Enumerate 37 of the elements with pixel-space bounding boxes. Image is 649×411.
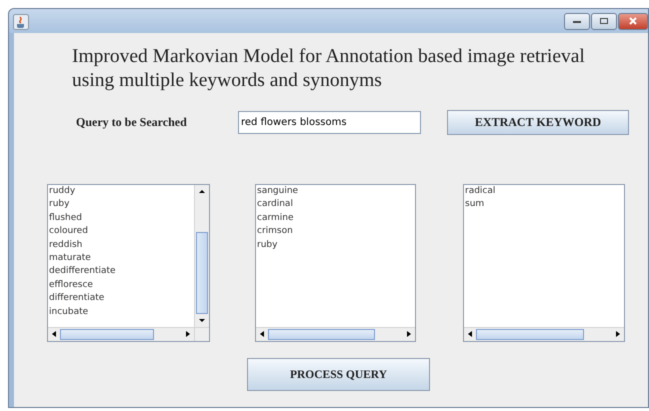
extract-keyword-button[interactable]: EXTRACT KEYWORD xyxy=(447,110,629,135)
horizontal-scrollbar[interactable] xyxy=(464,327,624,341)
list-item[interactable]: coloured xyxy=(48,225,194,239)
process-query-button[interactable]: PROCESS QUERY xyxy=(247,358,430,391)
list-item[interactable]: effloresce xyxy=(48,278,194,292)
list-item[interactable]: radical xyxy=(464,185,624,198)
list-item[interactable]: differentiate xyxy=(48,292,194,306)
list-item[interactable]: carmine xyxy=(256,212,415,226)
maximize-icon xyxy=(599,17,609,25)
list-item[interactable]: ruby xyxy=(48,198,194,212)
query-field[interactable]: red flowers blossoms xyxy=(238,111,421,134)
list-item[interactable]: crimson xyxy=(256,225,415,239)
close-button[interactable] xyxy=(618,12,648,30)
app-title: Improved Markovian Model for Annotation based image retrieval using multiple keywords and synonyms xyxy=(72,45,586,93)
list-item[interactable]: ruby xyxy=(256,238,415,252)
minimize-icon xyxy=(572,18,582,24)
scroll-thumb[interactable] xyxy=(60,329,154,340)
scroll-thumb[interactable] xyxy=(268,329,375,340)
close-icon xyxy=(628,17,638,25)
minimize-button[interactable] xyxy=(564,12,590,30)
scroll-thumb[interactable] xyxy=(196,232,208,314)
vertical-scrollbar[interactable] xyxy=(194,185,209,327)
list-item[interactable]: sum xyxy=(464,198,624,212)
list-item[interactable]: sanguine xyxy=(256,185,415,198)
list-item[interactable]: ruddy xyxy=(48,185,194,198)
list-item[interactable]: maturate xyxy=(48,252,194,266)
list-item[interactable]: cardinal xyxy=(256,198,415,212)
horizontal-scrollbar[interactable] xyxy=(256,327,415,341)
list-item[interactable]: reddish xyxy=(48,238,194,252)
maximize-button[interactable] xyxy=(591,12,617,30)
scroll-thumb[interactable] xyxy=(476,329,584,340)
query-label: Query to be Searched xyxy=(76,115,188,130)
list-item[interactable]: flushed xyxy=(48,212,194,226)
list-item[interactable]: incubate xyxy=(48,306,194,320)
horizontal-scrollbar[interactable] xyxy=(48,327,209,341)
list-item[interactable]: dedifferentiate xyxy=(48,265,194,279)
java-cup-icon xyxy=(13,14,29,30)
